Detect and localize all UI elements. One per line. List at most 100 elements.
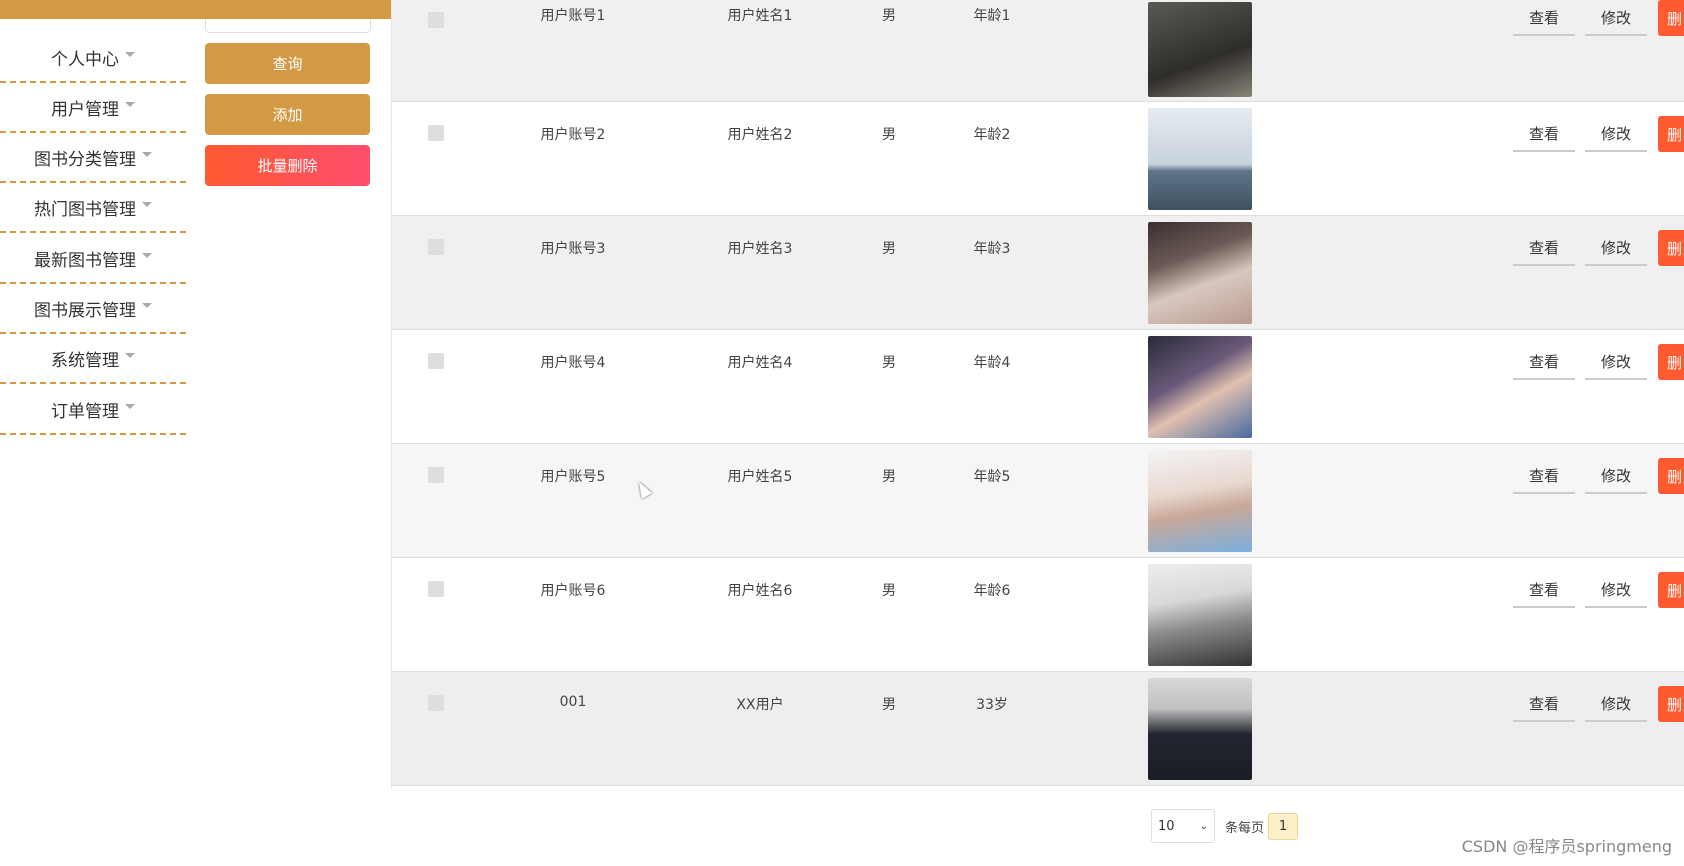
cell-name: XX用户 (736, 697, 784, 713)
page-size-value: 10 (1158, 818, 1175, 834)
view-button[interactable]: 查看 (1513, 572, 1575, 608)
row-checkbox[interactable] (428, 12, 444, 28)
sidebar-item-label: 图书展示管理 (34, 301, 136, 321)
sidebar-item-label: 用户管理 (51, 100, 119, 120)
sidebar-item-label: 最新图书管理 (34, 251, 136, 271)
row-checkbox[interactable] (428, 581, 444, 597)
edit-button[interactable]: 修改 (1585, 686, 1647, 722)
table-row: 用户账号2 用户姓名2 男 年龄2 查看 修改 删 (392, 102, 1684, 216)
avatar (1148, 336, 1252, 438)
cell-name: 用户姓名6 (727, 583, 793, 599)
cell-gender: 男 (882, 8, 896, 24)
table-row: 用户账号1 用户姓名1 男 年龄1 查看 修改 删 (392, 0, 1684, 102)
table-row: 用户账号3 用户姓名3 男 年龄3 查看 修改 删 (392, 216, 1684, 330)
row-checkbox[interactable] (428, 695, 444, 711)
sidebar-item-label: 热门图书管理 (34, 200, 136, 220)
caret-down-icon (142, 253, 152, 258)
sidebar-item-label: 个人中心 (51, 50, 119, 70)
cell-gender: 男 (882, 241, 896, 257)
delete-button[interactable]: 删 (1658, 230, 1684, 266)
table-row: 001 XX用户 男 33岁 查看 修改 删 (392, 672, 1684, 786)
avatar (1148, 222, 1252, 324)
delete-button[interactable]: 删 (1658, 344, 1684, 380)
cell-gender: 男 (882, 355, 896, 371)
cell-account: 用户账号3 (540, 241, 606, 257)
avatar (1148, 108, 1252, 210)
user-table: 用户账号1 用户姓名1 男 年龄1 查看 修改 删 用户账号2 用户姓名2 男 … (391, 0, 1684, 788)
page-size-select[interactable]: 10 ⌄ (1151, 809, 1215, 843)
sidebar-item-users[interactable]: 用户管理 (0, 84, 186, 133)
cell-name: 用户姓名4 (727, 355, 793, 371)
cell-gender: 男 (882, 469, 896, 485)
sidebar-item-orders[interactable]: 订单管理 (0, 386, 186, 435)
cell-account: 用户账号6 (540, 583, 606, 599)
view-button[interactable]: 查看 (1513, 458, 1575, 494)
delete-button[interactable]: 删 (1658, 686, 1684, 722)
cell-name: 用户姓名2 (727, 127, 793, 143)
delete-button[interactable]: 删 (1658, 116, 1684, 152)
cell-gender: 男 (882, 583, 896, 599)
cell-account: 用户账号4 (540, 355, 606, 371)
sidebar-item-label: 订单管理 (51, 402, 119, 422)
caret-down-icon (142, 152, 152, 157)
cell-name: 用户姓名1 (727, 8, 793, 24)
delete-button[interactable]: 删 (1658, 0, 1684, 36)
sidebar-item-system[interactable]: 系统管理 (0, 335, 186, 384)
delete-button[interactable]: 删 (1658, 572, 1684, 608)
sidebar-item-label: 系统管理 (51, 351, 119, 371)
edit-button[interactable]: 修改 (1585, 230, 1647, 266)
view-button[interactable]: 查看 (1513, 230, 1575, 266)
avatar (1148, 2, 1252, 97)
table-row: 用户账号5 用户姓名5 男 年龄5 查看 修改 删 (392, 444, 1684, 558)
search-input[interactable] (205, 19, 371, 33)
cell-age: 年龄6 (973, 583, 1011, 599)
cell-name: 用户姓名3 (727, 241, 793, 257)
table-row: 用户账号4 用户姓名4 男 年龄4 查看 修改 删 (392, 330, 1684, 444)
sidebar-item-label: 图书分类管理 (34, 150, 136, 170)
row-checkbox[interactable] (428, 125, 444, 141)
sidebar-item-new-books[interactable]: 最新图书管理 (0, 235, 186, 284)
edit-button[interactable]: 修改 (1585, 116, 1647, 152)
cell-name: 用户姓名5 (727, 469, 793, 485)
edit-button[interactable]: 修改 (1585, 458, 1647, 494)
cell-age: 年龄3 (973, 241, 1011, 257)
avatar (1148, 450, 1252, 552)
cell-age: 年龄4 (973, 355, 1011, 371)
batch-delete-button[interactable]: 批量删除 (205, 145, 370, 186)
caret-down-icon (142, 202, 152, 207)
view-button[interactable]: 查看 (1513, 116, 1575, 152)
cell-age: 年龄2 (973, 127, 1011, 143)
edit-button[interactable]: 修改 (1585, 0, 1647, 36)
row-checkbox[interactable] (428, 239, 444, 255)
avatar (1148, 564, 1252, 666)
view-button[interactable]: 查看 (1513, 0, 1575, 36)
sidebar-item-book-display[interactable]: 图书展示管理 (0, 285, 186, 334)
query-button[interactable]: 查询 (205, 43, 370, 84)
cell-account: 001 (559, 694, 587, 710)
caret-down-icon (125, 404, 135, 409)
sidebar-item-hot-books[interactable]: 热门图书管理 (0, 184, 186, 233)
edit-button[interactable]: 修改 (1585, 572, 1647, 608)
view-button[interactable]: 查看 (1513, 344, 1575, 380)
add-button[interactable]: 添加 (205, 94, 370, 135)
edit-button[interactable]: 修改 (1585, 344, 1647, 380)
pagination: 10 ⌄ 条每页 1 (1151, 809, 1299, 843)
page-number-button[interactable]: 1 (1268, 812, 1299, 840)
cell-gender: 男 (882, 127, 896, 143)
delete-button[interactable]: 删 (1658, 458, 1684, 494)
watermark: CSDN @程序员springmeng (1461, 837, 1672, 856)
avatar (1148, 678, 1252, 780)
cell-age: 年龄5 (973, 469, 1011, 485)
sidebar-item-book-categories[interactable]: 图书分类管理 (0, 134, 186, 183)
caret-down-icon (125, 52, 135, 57)
cell-age: 33岁 (976, 697, 1008, 713)
cell-age: 年龄1 (973, 8, 1011, 24)
row-checkbox[interactable] (428, 353, 444, 369)
row-checkbox[interactable] (428, 467, 444, 483)
cell-account: 用户账号1 (540, 8, 606, 24)
caret-down-icon (125, 353, 135, 358)
sidebar-item-profile[interactable]: 个人中心 (0, 34, 186, 83)
table-row: 用户账号6 用户姓名6 男 年龄6 查看 修改 删 (392, 558, 1684, 672)
cell-gender: 男 (882, 697, 896, 713)
view-button[interactable]: 查看 (1513, 686, 1575, 722)
